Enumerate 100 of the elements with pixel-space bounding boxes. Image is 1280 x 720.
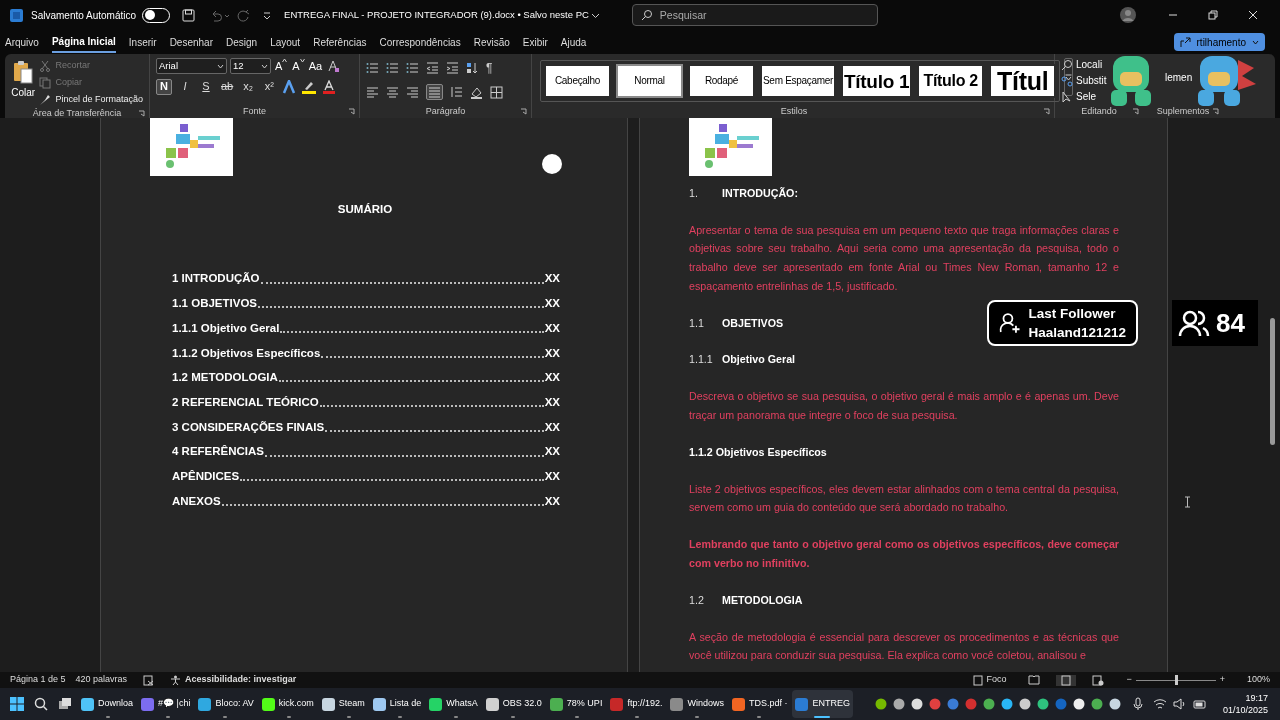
avatar-icon[interactable] <box>1120 7 1136 23</box>
ribbon-tab[interactable]: Design <box>226 31 258 53</box>
clipboard-action[interactable]: Pincel de Formatação <box>39 93 143 107</box>
clock[interactable]: 19:17 01/10/2025 <box>1222 692 1268 716</box>
sort-icon[interactable] <box>466 62 479 74</box>
search-field[interactable]: Pesquisar <box>631 4 878 26</box>
format-button[interactable]: I <box>177 78 193 95</box>
toc-entry[interactable]: 2 REFERENCIAL TEÓRICO <box>172 393 319 412</box>
wifi-icon[interactable] <box>1152 698 1167 710</box>
tray-icon[interactable] <box>892 698 905 710</box>
ribbon-tab[interactable]: Desenhar <box>169 31 213 53</box>
tray-icon[interactable] <box>1018 698 1031 710</box>
ribbon-tab[interactable]: Correspondências <box>379 31 461 53</box>
toc-entry[interactable]: 1.1.2 Objetivos Específicos <box>172 344 321 362</box>
taskbar-app[interactable]: #💬 |chi <box>138 690 194 718</box>
toc-entry[interactable]: 1.1 OBJETIVOS <box>172 295 257 313</box>
word-count[interactable]: 420 palavras <box>75 673 128 687</box>
zoom-level[interactable]: 100% <box>1246 673 1270 687</box>
shrink-font-button[interactable]: A <box>291 58 306 75</box>
toc-entry[interactable]: 4 REFERÊNCIAS <box>172 443 265 461</box>
tray-icon[interactable] <box>982 698 995 710</box>
shading-icon[interactable] <box>470 85 483 99</box>
borders-icon[interactable] <box>490 85 503 99</box>
read-mode-icon[interactable] <box>1028 675 1041 685</box>
tray-icon[interactable] <box>1000 698 1013 710</box>
align-right-icon[interactable] <box>406 86 419 98</box>
addins-button[interactable]: lemen <box>1165 70 1193 84</box>
taskbar-app[interactable]: Windows <box>667 690 727 718</box>
align-center-icon[interactable] <box>386 86 399 98</box>
font-size-dropdown[interactable]: 12 <box>230 58 271 75</box>
format-button[interactable]: x² <box>261 78 278 95</box>
grow-font-button[interactable]: A <box>274 58 289 75</box>
ribbon-tab[interactable]: Revisão <box>473 31 510 53</box>
dialog-launcher-icon[interactable] <box>1132 108 1139 115</box>
dialog-launcher-icon[interactable] <box>520 108 527 115</box>
toc-entry[interactable]: ANEXOS <box>172 492 221 510</box>
taskbar-app[interactable]: Downloa <box>78 690 137 718</box>
toc-entry[interactable]: 1.2 METODOLOGIA <box>172 369 278 387</box>
increase-indent-icon[interactable] <box>446 62 459 74</box>
style-option[interactable]: Cabeçalho <box>544 64 611 98</box>
format-button[interactable]: ab <box>219 78 236 95</box>
style-option[interactable]: Normal <box>616 64 683 98</box>
taskbar-app[interactable]: ENTREG <box>792 690 853 718</box>
toc-entry[interactable]: 1.1.1 Objetivo Geral <box>172 319 280 338</box>
format-button[interactable]: S <box>198 78 214 95</box>
taskbar-app[interactable]: WhatsA <box>426 690 481 718</box>
taskbar-app[interactable]: 78% UPI <box>546 690 606 718</box>
tray-icon[interactable] <box>1108 698 1121 710</box>
dialog-launcher-icon[interactable] <box>1043 108 1050 115</box>
search-icon[interactable] <box>34 697 48 711</box>
text-effects-icon[interactable] <box>282 79 297 94</box>
redo-icon[interactable] <box>237 8 251 22</box>
windows-icon[interactable] <box>10 697 24 711</box>
tray-icon[interactable] <box>910 698 923 710</box>
dialog-launcher-icon[interactable] <box>138 110 145 117</box>
style-option[interactable]: Sem Espaçamer <box>760 64 837 98</box>
word-icon[interactable] <box>10 8 23 22</box>
taskbar-app[interactable]: Bloco: AV <box>195 690 257 718</box>
ribbon-tab[interactable]: Ajuda <box>560 31 587 53</box>
taskbar-app[interactable]: ftp://192. <box>607 690 666 718</box>
taskbar-app[interactable]: kick.com <box>258 690 317 718</box>
justify-button[interactable] <box>426 84 443 100</box>
style-option[interactable]: Título 2 <box>917 64 985 98</box>
page-indicator[interactable]: Página 1 de 5 <box>10 673 66 687</box>
close-icon[interactable] <box>1248 10 1258 20</box>
dialog-launcher-icon[interactable] <box>348 108 355 115</box>
tray-icon[interactable] <box>874 698 887 710</box>
ribbon-tab[interactable]: Inserir <box>128 31 157 53</box>
print-layout-button[interactable] <box>1056 674 1077 686</box>
taskbar-app[interactable]: Lista de <box>369 690 425 718</box>
dialog-launcher-icon[interactable] <box>1212 108 1219 115</box>
volume-icon[interactable] <box>1172 698 1187 710</box>
style-option[interactable]: Rodapé <box>688 64 755 98</box>
multilevel-list-icon[interactable] <box>406 62 419 74</box>
zoom-in-button[interactable]: + <box>1219 673 1225 687</box>
font-color-icon[interactable] <box>322 79 337 94</box>
focus-button[interactable]: Foco <box>972 673 1007 687</box>
format-button[interactable]: x₂ <box>240 78 257 95</box>
proofing-icon[interactable] <box>143 674 155 686</box>
taskbar-app[interactable]: OBS 32.0 <box>482 690 545 718</box>
web-layout-icon[interactable] <box>1092 674 1105 686</box>
share-button[interactable]: rtilhamento <box>1173 33 1265 51</box>
restore-icon[interactable] <box>1208 10 1218 20</box>
ribbon-tab[interactable]: Exibir <box>522 31 548 53</box>
battery-icon[interactable] <box>1192 698 1207 710</box>
more-styles-button[interactable] <box>1064 58 1074 96</box>
show-marks-button[interactable]: ¶ <box>486 59 493 77</box>
clear-format-icon[interactable] <box>327 59 341 73</box>
scrollbar-thumb[interactable] <box>1270 318 1275 445</box>
ribbon-tab[interactable]: Arquivo <box>5 31 39 53</box>
editing-action[interactable]: Sele <box>1061 90 1107 103</box>
highlighter-icon[interactable] <box>301 79 318 94</box>
decrease-indent-icon[interactable] <box>426 62 439 74</box>
task-view-icon[interactable] <box>58 697 72 711</box>
zoom-out-button[interactable]: − <box>1126 673 1132 687</box>
toc-entry[interactable]: APÊNDICES <box>172 467 240 486</box>
ribbon-tab[interactable]: Referências <box>313 31 367 53</box>
paste-button[interactable]: Colar <box>11 58 36 107</box>
toc-entry[interactable]: 3 CONSIDERAÇÕES FINAIS <box>172 418 325 436</box>
taskbar-app[interactable]: TDS.pdf · <box>728 690 791 718</box>
